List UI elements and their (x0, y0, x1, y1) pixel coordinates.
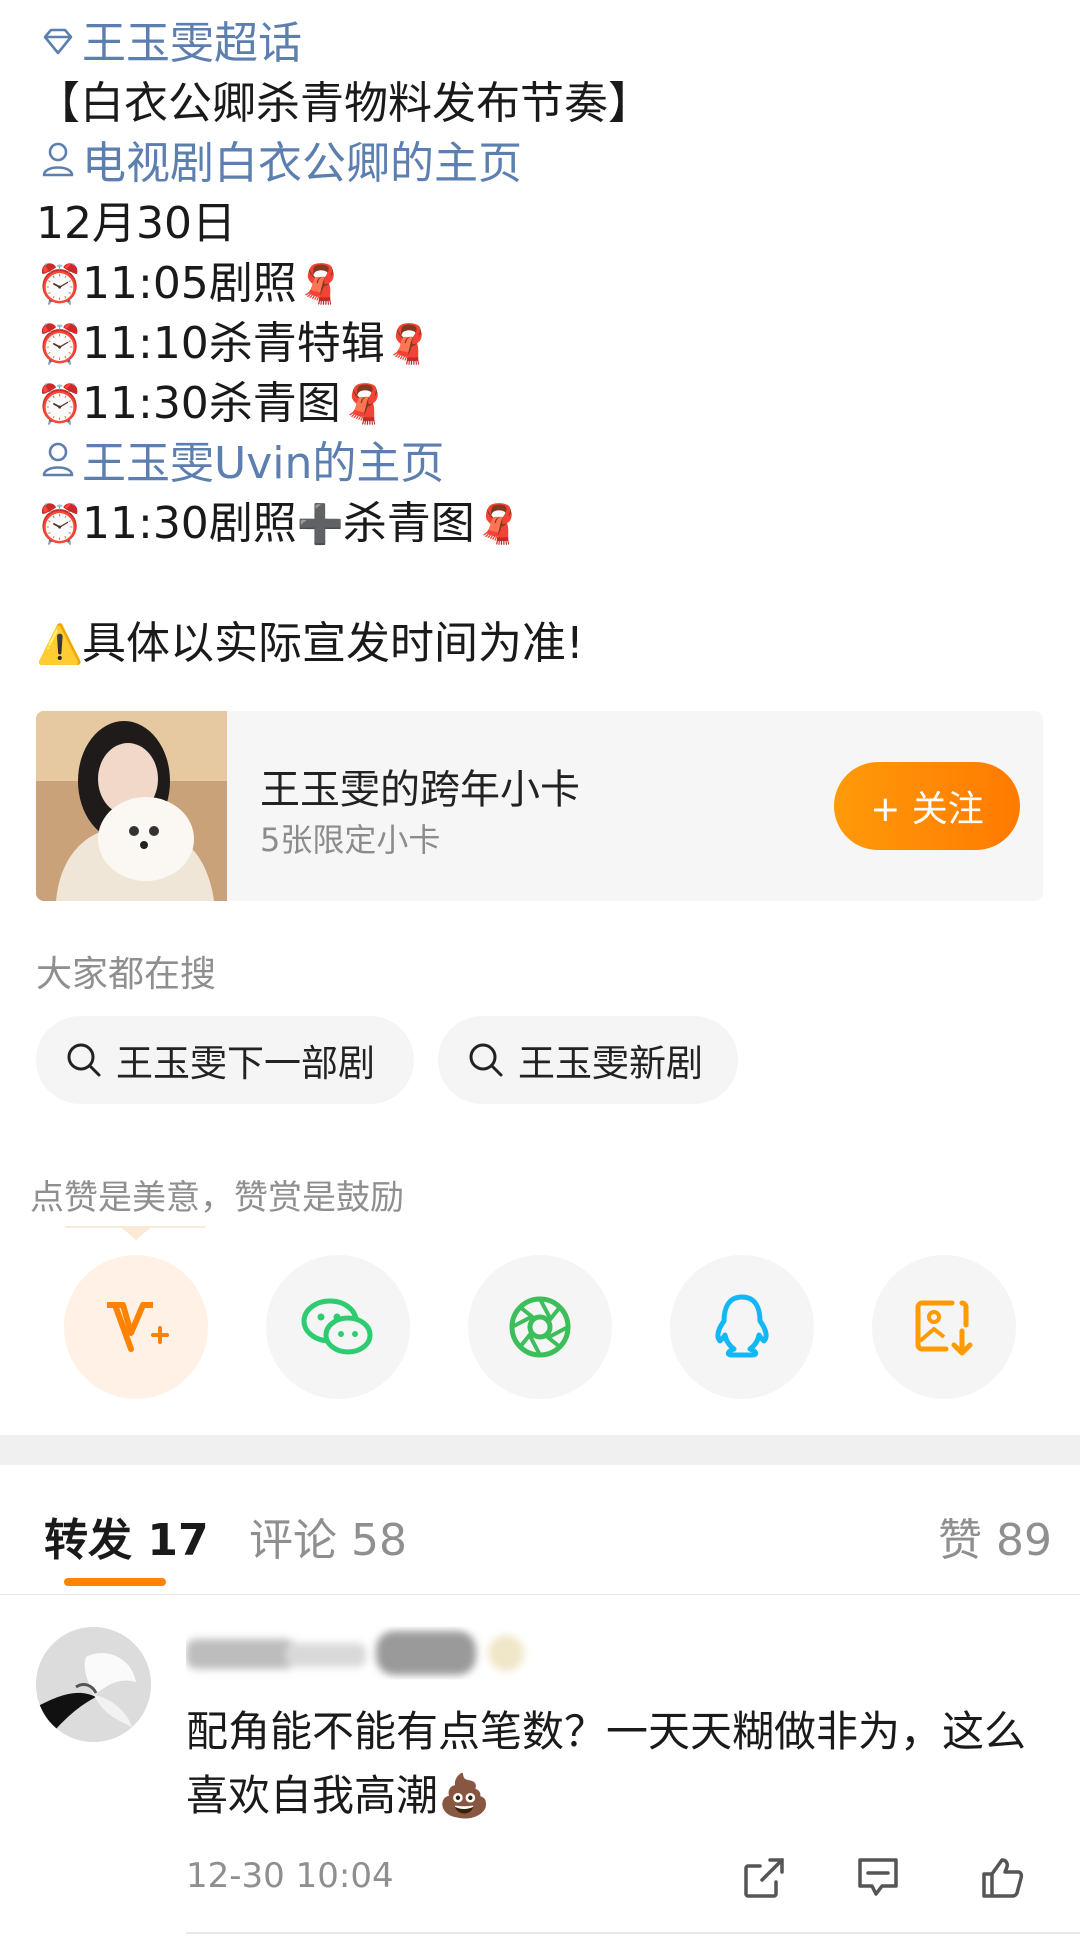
like-comment-button[interactable] (978, 1854, 1026, 1902)
qq-icon (715, 1294, 769, 1358)
schedule-item: ⏰ 11:05 剧照 🧣 (36, 254, 1046, 314)
post-body: 王玉雯超话 【白衣公卿杀青物料发布节奏】 电视剧白衣公卿的主页 12月30日 ⏰… (36, 14, 1046, 674)
tab-repost[interactable]: 转发 17 (44, 1504, 209, 1568)
share-qq-button[interactable] (670, 1255, 814, 1399)
save-image-icon (915, 1300, 973, 1356)
scarf-icon: 🧣 (296, 262, 345, 306)
share-wechat-button[interactable] (266, 1255, 410, 1399)
card-promo[interactable]: 王玉雯的跨年小卡 5张限定小卡 + 关注 (36, 711, 1043, 901)
schedule-item: ⏰ 11:10 杀青特辑 🧣 (36, 314, 1046, 374)
account-label-2: 王玉雯Uvin的主页 (82, 438, 445, 489)
topic-label: 王玉雯超话 (82, 18, 302, 69)
card-subtitle: 5张限定小卡 (260, 821, 441, 859)
card-title: 王玉雯的跨年小卡 (260, 767, 580, 813)
tabs-divider (0, 1594, 1080, 1595)
search-icon (67, 1043, 101, 1077)
tab-likes[interactable]: 赞 89 (938, 1504, 1052, 1568)
blurred-username[interactable] (186, 1625, 546, 1683)
scarf-icon: 🧣 (384, 322, 433, 366)
account-label-1: 电视剧白衣公卿的主页 (82, 138, 522, 189)
account-link-1[interactable]: 电视剧白衣公卿的主页 (36, 134, 1046, 194)
post-heading: 【白衣公卿杀青物料发布节奏】 (36, 78, 652, 129)
avatar[interactable] (36, 1627, 151, 1742)
comment-text: 配角能不能有点笔数？一天天糊做非为，这么喜欢自我高潮💩 (186, 1707, 1027, 1820)
alarm-clock-icon: ⏰ (36, 382, 84, 426)
search-chip[interactable]: 王玉雯下一部剧 (36, 1016, 414, 1104)
topic-link[interactable]: 王玉雯超话 (36, 14, 1046, 74)
search-chip-label: 王玉雯新剧 (518, 1042, 703, 1085)
tab-comments[interactable]: 评论 58 (249, 1504, 407, 1568)
notice-text: 具体以实际宣发时间为准! (82, 618, 584, 669)
search-chip[interactable]: 王玉雯新剧 (438, 1016, 738, 1104)
comment-divider (186, 1932, 1080, 1934)
card-thumbnail (36, 711, 227, 901)
alarm-clock-icon: ⏰ (36, 262, 84, 306)
share-moments-button[interactable] (468, 1255, 612, 1399)
reply-comment-button[interactable] (854, 1854, 902, 1902)
diamond-icon (36, 14, 80, 74)
alarm-clock-icon: ⏰ (36, 322, 84, 366)
reward-v-icon (107, 1302, 169, 1352)
reward-button[interactable] (64, 1255, 208, 1399)
save-image-button[interactable] (872, 1255, 1016, 1399)
search-icon (469, 1043, 503, 1077)
notice: ⚠️ 具体以实际宣发时间为准! (36, 614, 1046, 674)
schedule-item: ⏰ 11:30 剧照 ➕ 杀青图 🧣 (36, 494, 1046, 554)
user-icon (36, 134, 80, 194)
section-divider (0, 1435, 1080, 1465)
account-link-2[interactable]: 王玉雯Uvin的主页 (36, 434, 1046, 494)
follow-button[interactable]: + 关注 (834, 762, 1020, 850)
user-icon (36, 434, 80, 494)
schedule-item: ⏰ 11:30 杀青图 🧣 (36, 374, 1046, 434)
hint-pointer (122, 1228, 150, 1240)
wechat-icon (301, 1298, 373, 1355)
active-tab-indicator (64, 1578, 166, 1586)
repost-comment-button[interactable] (740, 1854, 788, 1902)
scarf-icon: 🧣 (474, 502, 523, 546)
moments-icon (509, 1296, 571, 1358)
thumbs-up-icon (982, 1858, 1024, 1898)
trending-search-title: 大家都在搜 (36, 954, 217, 995)
post-date: 12月30日 (36, 198, 236, 249)
share-arrow-icon (744, 1858, 784, 1898)
plus-icon: ➕ (296, 502, 345, 546)
reward-hint: 点赞是美意，赞赏是鼓励 (30, 1178, 404, 1218)
search-chip-label: 王玉雯下一部剧 (116, 1042, 375, 1085)
scarf-icon: 🧣 (340, 382, 389, 426)
warning-icon: ⚠️ (36, 622, 84, 666)
comment-bubble-icon (858, 1858, 898, 1896)
comment-timestamp: 12-30 10:04 (186, 1856, 394, 1896)
alarm-clock-icon: ⏰ (36, 502, 84, 546)
